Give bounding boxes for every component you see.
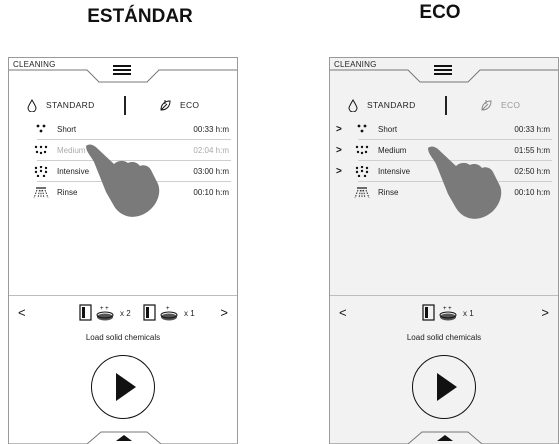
chemicals-row: < + + x 1 > [330, 301, 558, 325]
program-name: Short [378, 124, 398, 134]
drop-icon [27, 98, 37, 112]
program-time: 03:00 h:m [193, 166, 229, 176]
heading-standard: ESTÁNDAR [87, 6, 193, 27]
dishwasher-chemical-icon: + + [422, 304, 457, 321]
divider [9, 295, 237, 296]
mode-eco-tab[interactable]: ECO [480, 96, 520, 114]
program-time: 00:10 h:m [193, 187, 229, 197]
program-time: 02:04 h:m [193, 145, 229, 155]
pointing-hand-icon [428, 146, 502, 219]
mode-selector: STANDARD ECO [330, 96, 558, 116]
mode-standard-label: STANDARD [367, 100, 416, 110]
pointing-hand-icon [86, 144, 160, 217]
hamburger-menu-icon[interactable] [434, 65, 452, 75]
rinse-shower-icon [352, 186, 372, 199]
screen-eco: CLEANING STANDARD ECO > Short 00:33 h:m … [329, 57, 559, 444]
dishwasher-chemical-icon: + + [79, 304, 114, 321]
chemical-item: + + x 1 [422, 304, 474, 322]
mode-divider [124, 96, 126, 115]
spray-9-icon [31, 165, 51, 177]
app-title: CLEANING [13, 60, 56, 69]
spray-6-icon [31, 145, 51, 155]
spray-9-icon [352, 165, 372, 177]
play-button[interactable] [412, 355, 476, 419]
prev-arrow-icon[interactable]: < [18, 305, 26, 320]
chevron-right-icon: > [336, 144, 342, 156]
mode-standard-tab[interactable]: STANDARD [348, 96, 416, 114]
svg-text:+ +: + + [100, 306, 109, 312]
program-row-short[interactable]: > Short 00:33 h:m [330, 119, 558, 139]
footer-tab-outline [330, 431, 558, 444]
next-arrow-icon[interactable]: > [541, 305, 549, 320]
screen-standard: CLEANING STANDARD ECO Short 00:33 h:m Me… [8, 57, 238, 444]
mode-divider [445, 96, 447, 115]
svg-text:+: + [166, 306, 170, 312]
dishwasher-chemical-icon: + [143, 304, 178, 321]
load-chemicals-text: Load solid chemicals [85, 333, 161, 342]
bottom-controls: < + + x 1 > Load solid chemicals [330, 295, 558, 444]
hamburger-menu-icon[interactable] [113, 65, 131, 75]
rinse-shower-icon [31, 186, 51, 199]
mode-standard-label: STANDARD [46, 100, 95, 110]
program-time: 00:33 h:m [193, 124, 229, 134]
next-arrow-icon[interactable]: > [220, 305, 228, 320]
chevron-right-icon: > [336, 123, 342, 135]
app-title: CLEANING [334, 60, 377, 69]
program-time: 01:55 h:m [514, 145, 550, 155]
chemicals-row: < + + x 2 + x 1 > [9, 301, 237, 325]
chemical-item: + + x 2 [79, 304, 131, 322]
chemical-item: + x 1 [143, 304, 195, 322]
program-name: Short [57, 124, 77, 134]
divider [330, 295, 558, 296]
chevron-right-icon: > [336, 165, 342, 177]
prev-arrow-icon[interactable]: < [339, 305, 347, 320]
chemical-multiplier: x 2 [120, 308, 131, 318]
program-time: 00:10 h:m [514, 187, 550, 197]
chemical-multiplier: x 1 [463, 308, 474, 318]
bottom-controls: < + + x 2 + x 1 > Load solid chemicals [9, 295, 237, 444]
mode-selector: STANDARD ECO [9, 96, 237, 116]
program-row-short[interactable]: Short 00:33 h:m [9, 119, 237, 139]
heading-eco: ECO [419, 2, 461, 23]
chemical-multiplier: x 1 [184, 308, 195, 318]
mode-eco-label: ECO [180, 100, 200, 110]
spray-3-icon [352, 124, 372, 134]
mode-standard-tab[interactable]: STANDARD [27, 96, 95, 114]
chevron-up-icon [116, 435, 132, 441]
leaf-icon [160, 99, 171, 111]
play-button[interactable] [91, 355, 155, 419]
spray-3-icon [31, 124, 51, 134]
load-chemicals-text: Load solid chemicals [406, 333, 482, 342]
program-time: 02:50 h:m [514, 166, 550, 176]
footer-tab-outline [9, 431, 237, 444]
program-time: 00:33 h:m [514, 124, 550, 134]
mode-eco-tab[interactable]: ECO [159, 96, 199, 114]
mode-eco-label: ECO [501, 100, 521, 110]
play-icon [437, 373, 457, 401]
drop-icon [348, 98, 358, 112]
spray-6-icon [352, 145, 372, 155]
svg-text:+ +: + + [443, 306, 452, 312]
play-icon [116, 373, 136, 401]
chevron-up-icon [437, 435, 453, 441]
leaf-icon [481, 99, 492, 111]
